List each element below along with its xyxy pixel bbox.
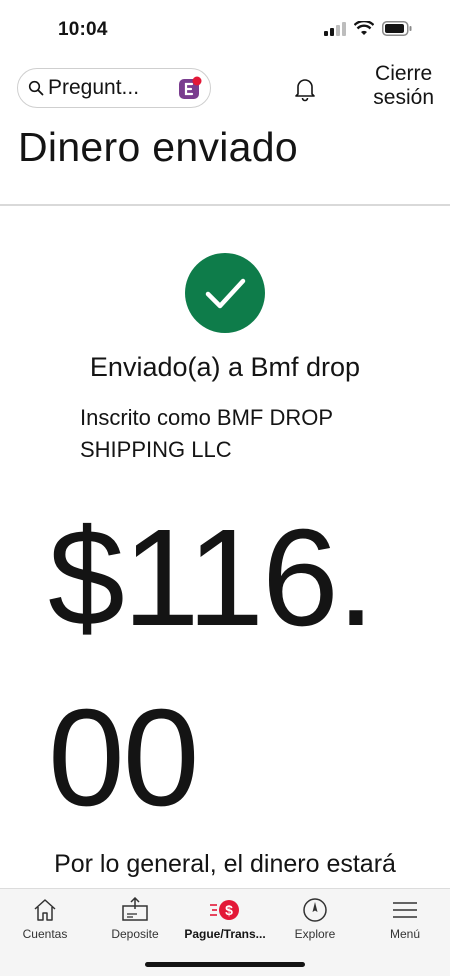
nav-item-menu[interactable]: Menú	[360, 889, 450, 976]
delivery-note: Por lo general, el dinero estará	[54, 850, 396, 878]
nav-label-pague-transfiera: Pague/Trans...	[184, 927, 266, 941]
home-icon	[34, 899, 56, 921]
home-indicator	[145, 962, 305, 967]
nav-label-menu: Menú	[389, 927, 421, 941]
logout-label-line2: sesión	[373, 86, 434, 109]
status-bar: 10:04	[0, 0, 450, 58]
battery-icon	[382, 21, 412, 36]
success-check-icon	[185, 253, 265, 333]
wifi-icon	[354, 21, 374, 35]
nav-label-deposite: Deposite	[111, 927, 159, 941]
search-input[interactable]: Pregunt...	[17, 68, 211, 108]
enrolled-as-text: Inscrito como BMF DROP SHIPPING LLC	[80, 405, 333, 462]
erica-assistant-icon[interactable]	[178, 76, 202, 100]
page-title: Dinero enviado	[18, 124, 298, 170]
nav-item-cuentas[interactable]: Cuentas	[0, 889, 90, 976]
compass-icon	[303, 898, 327, 922]
signal-icon	[324, 21, 346, 36]
logout-button[interactable]: Cierre sesión	[373, 62, 434, 110]
notifications-bell-icon[interactable]	[293, 76, 317, 102]
pay-transfer-icon: $	[210, 900, 239, 920]
logout-label-line1: Cierre	[375, 62, 433, 85]
svg-text:$: $	[225, 902, 233, 918]
deposit-icon	[122, 897, 148, 921]
top-bar: Pregunt... Cierre sesión	[0, 62, 450, 118]
status-time: 10:04	[58, 19, 108, 40]
transfer-amount: $116.00	[48, 501, 375, 835]
menu-icon	[393, 902, 417, 918]
nav-label-cuentas: Cuentas	[22, 927, 68, 941]
nav-label-explore: Explore	[294, 927, 336, 941]
divider	[0, 204, 450, 206]
sent-to-heading: Enviado(a) a Bmf drop	[89, 352, 361, 382]
status-icons	[324, 21, 412, 36]
search-placeholder: Pregunt...	[48, 76, 140, 99]
search-icon	[28, 80, 44, 96]
